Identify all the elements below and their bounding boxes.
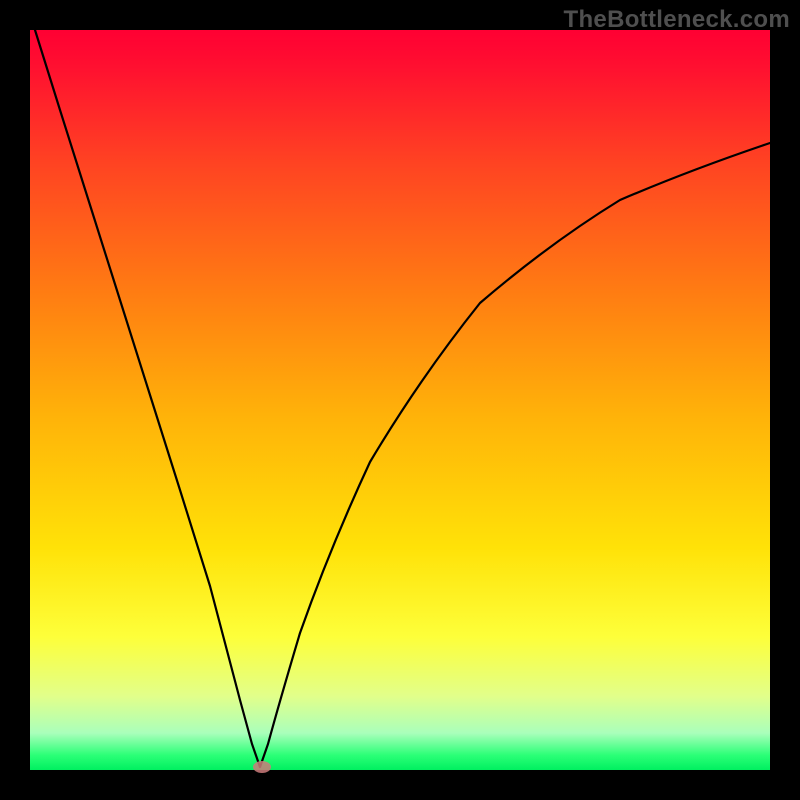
- cusp-marker: [253, 761, 271, 773]
- curve-path: [35, 30, 770, 767]
- bottleneck-curve: [0, 0, 800, 800]
